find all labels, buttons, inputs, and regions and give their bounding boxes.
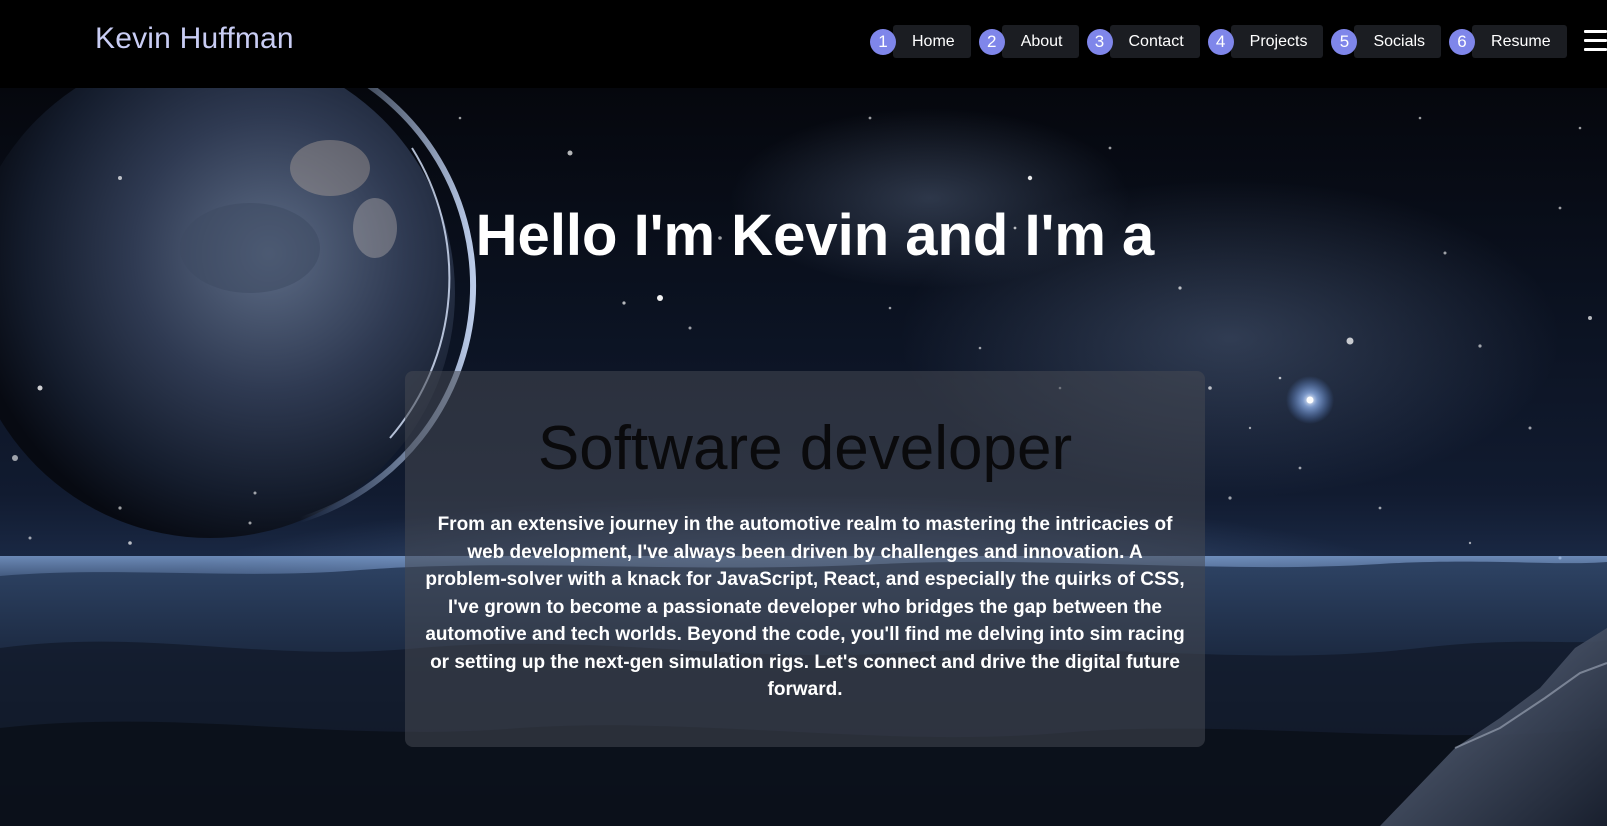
nav-number-badge: 3 — [1086, 28, 1113, 55]
hero-headline: Hello I'm Kevin and I'm a — [475, 203, 1155, 268]
hamburger-line — [1584, 39, 1607, 42]
site-brand[interactable]: Kevin Huffman — [95, 22, 294, 56]
nav-resume-button[interactable]: Resume — [1472, 25, 1567, 58]
hero-section: Hello I'm Kevin and I'm a Software devel… — [0, 88, 1607, 826]
hamburger-menu-icon[interactable] — [1584, 30, 1607, 52]
nav-number-badge: 4 — [1207, 28, 1234, 55]
hamburger-line — [1584, 48, 1607, 51]
nav-number-badge: 2 — [978, 28, 1005, 55]
nav-number-badge: 1 — [870, 28, 896, 55]
intro-card: Software developer From an extensive jou… — [405, 371, 1205, 747]
nav-item-projects[interactable]: 4 Projects — [1207, 25, 1324, 58]
nav-projects-button[interactable]: Projects — [1230, 25, 1324, 58]
nav-about-button[interactable]: About — [1001, 25, 1079, 58]
planet-illustration — [0, 88, 477, 538]
nav-item-socials[interactable]: 5 Socials — [1331, 25, 1442, 58]
hamburger-line — [1584, 30, 1607, 33]
nav-item-contact[interactable]: 3 Contact — [1086, 25, 1200, 58]
page: Kevin Huffman 1 Home 2 About 3 Contact 4… — [0, 0, 1607, 826]
nav-item-about[interactable]: 2 About — [978, 25, 1079, 58]
nav-item-home[interactable]: 1 Home — [870, 25, 971, 58]
nav-item-resume[interactable]: 6 Resume — [1449, 25, 1567, 58]
bright-star — [1306, 396, 1314, 404]
role-title: Software developer — [537, 414, 1073, 483]
top-navbar: Kevin Huffman 1 Home 2 About 3 Contact 4… — [0, 0, 1607, 88]
main-nav: 1 Home 2 About 3 Contact 4 Projects 5 So… — [870, 25, 1575, 58]
nav-socials-button[interactable]: Socials — [1354, 25, 1442, 58]
nav-number-badge: 5 — [1331, 28, 1358, 55]
nav-contact-button[interactable]: Contact — [1109, 25, 1200, 58]
nav-home-button[interactable]: Home — [893, 25, 971, 58]
bio-paragraph: From an extensive journey in the automot… — [425, 514, 1185, 700]
nav-number-badge: 6 — [1449, 28, 1476, 55]
